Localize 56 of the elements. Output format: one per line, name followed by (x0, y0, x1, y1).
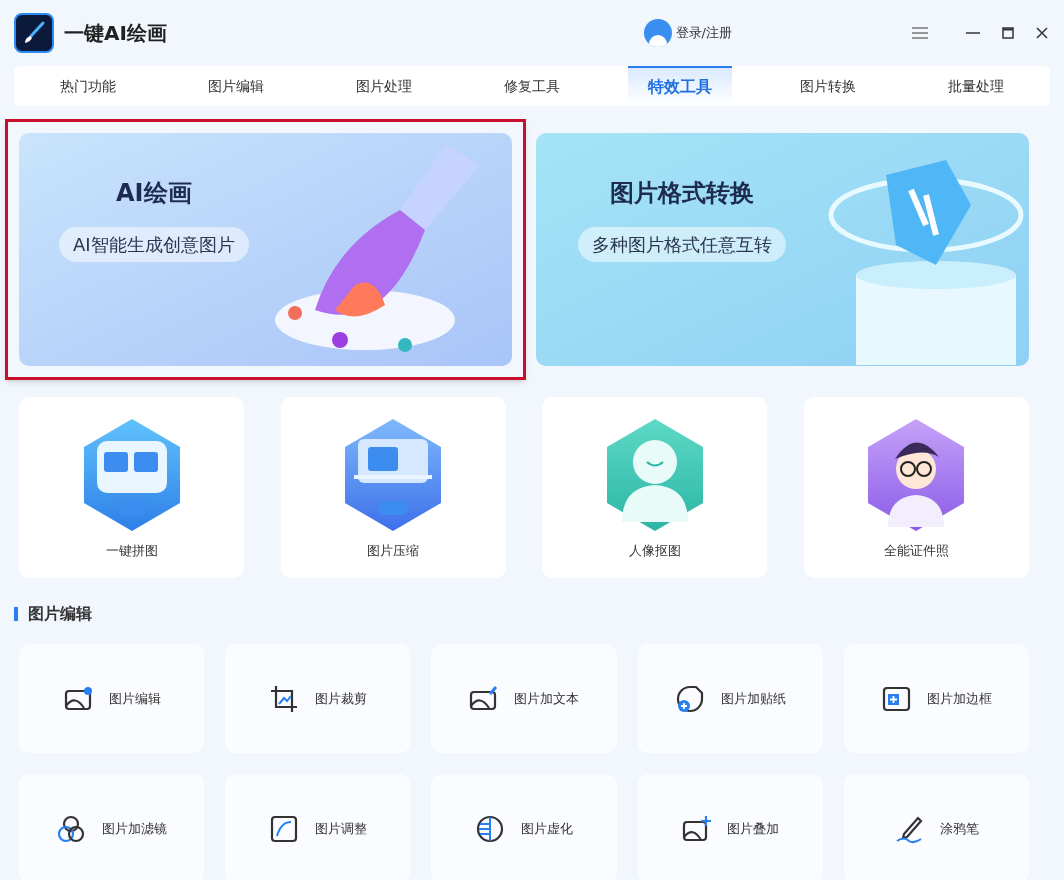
feature-label: 人像抠图 (628, 542, 681, 560)
tool-label: 图片叠加 (727, 819, 780, 838)
tool-label: 图片加滤镜 (102, 819, 168, 838)
tool-card[interactable]: 图片编辑 (19, 644, 205, 753)
banner-subtitle: 多种图片格式任意互转 (578, 227, 786, 262)
banner-card[interactable]: AI绘画 AI智能生成创意图片 (19, 133, 512, 366)
tab[interactable]: 图片编辑 (184, 66, 288, 106)
feature-card[interactable]: 人像抠图 (542, 397, 768, 578)
tool-label: 图片加边框 (926, 689, 992, 708)
section-title: 图片编辑 (28, 603, 92, 625)
crop-icon (268, 683, 299, 714)
tool-card[interactable]: 图片加贴纸 (637, 644, 823, 753)
tool-label: 图片加贴纸 (720, 689, 786, 708)
tool-card[interactable]: 涂鸦笔 (843, 774, 1029, 880)
image-plus-icon (681, 813, 712, 844)
tool-card[interactable]: 图片虚化 (431, 774, 617, 880)
tab[interactable]: 特效工具 (628, 66, 732, 106)
tool-card[interactable]: 图片叠加 (637, 774, 823, 880)
tool-card[interactable]: 图片加滤镜 (19, 774, 205, 880)
avatar-icon (643, 19, 672, 47)
tool-label: 图片裁剪 (314, 689, 367, 708)
feature-card[interactable]: 一键拼图 (19, 397, 244, 578)
tool-label: 图片编辑 (108, 689, 161, 708)
overlapping-circles-icon (56, 813, 87, 844)
banner-card[interactable]: 图片格式转换 多种图片格式任意互转 (536, 133, 1029, 366)
app-logo-icon (14, 13, 54, 53)
tab[interactable]: 修复工具 (480, 66, 584, 106)
close-icon[interactable] (1036, 27, 1048, 39)
feature-card[interactable]: 图片压缩 (280, 397, 506, 578)
tool-label: 涂鸦笔 (939, 819, 979, 838)
tool-card[interactable]: 图片加边框 (843, 644, 1029, 753)
banner-title: 图片格式转换 (610, 178, 754, 209)
tab[interactable]: 图片转换 (776, 66, 880, 106)
tool-card[interactable]: 图片裁剪 (225, 644, 411, 753)
app-title: 一键AI绘画 (64, 20, 167, 47)
feature-card[interactable]: 全能证件照 (803, 397, 1029, 578)
tool-label: 图片调整 (314, 819, 367, 838)
sticker-plus-icon (674, 683, 705, 714)
menu-icon[interactable] (912, 27, 928, 39)
tab[interactable]: 热门功能 (36, 66, 140, 106)
tab[interactable]: 批量处理 (924, 66, 1028, 106)
banner-title: AI绘画 (116, 178, 192, 209)
login-link[interactable]: 登录/注册 (675, 23, 732, 43)
banner-subtitle: AI智能生成创意图片 (59, 227, 249, 262)
maximize-icon[interactable] (1002, 27, 1014, 39)
tool-label: 图片虚化 (521, 819, 573, 838)
feature-label: 图片压缩 (367, 542, 420, 560)
section-marker (14, 607, 18, 621)
tool-label: 图片加文本 (514, 689, 580, 708)
feature-label: 全能证件照 (883, 542, 949, 560)
half-striped-circle-icon (475, 813, 505, 844)
feature-label: 一键拼图 (105, 542, 158, 560)
curve-box-icon (268, 813, 299, 844)
tab[interactable]: 图片处理 (332, 66, 436, 106)
tool-card[interactable]: 图片加文本 (431, 644, 617, 753)
tool-card[interactable]: 图片调整 (225, 774, 411, 880)
